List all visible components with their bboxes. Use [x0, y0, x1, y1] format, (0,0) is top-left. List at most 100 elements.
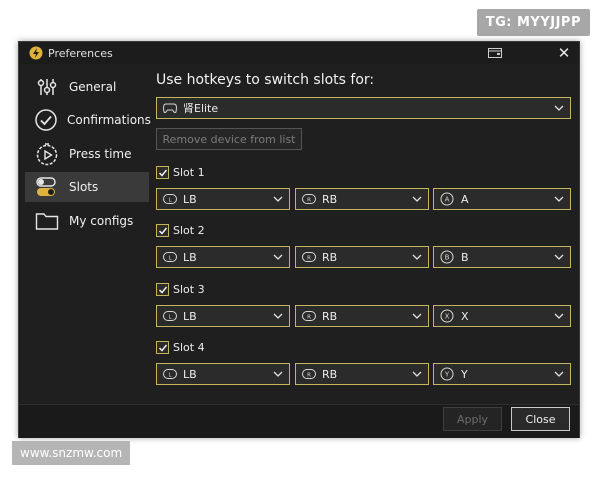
gamepad-icon	[163, 103, 177, 113]
watermark-bottom: www.snzmw.com	[12, 441, 131, 465]
svg-text:R: R	[307, 256, 311, 262]
select-value: LB	[183, 309, 197, 323]
sliders-icon	[34, 74, 60, 100]
slot-2-third-button-select[interactable]: B B	[433, 246, 571, 268]
sidebar-item-my-configs[interactable]: My configs	[25, 206, 149, 236]
chevron-down-icon	[273, 254, 283, 260]
a-button-icon: A	[440, 192, 454, 206]
timer-icon	[34, 141, 60, 167]
rb-bumper-icon: R	[302, 252, 316, 262]
slot-3-third-button-select[interactable]: X X	[433, 305, 571, 327]
chevron-down-icon	[273, 196, 283, 202]
title-bar: Preferences ✕	[19, 42, 579, 64]
x-button-icon: X	[440, 309, 454, 323]
slot-2-toggle[interactable]: Slot 2	[156, 224, 205, 237]
slot-4-third-button-select[interactable]: Y Y	[433, 363, 571, 385]
folder-icon	[34, 208, 60, 234]
chevron-down-icon	[412, 196, 422, 202]
checkmark-icon	[158, 169, 167, 177]
slot-1-first-button-select[interactable]: L LB	[156, 188, 290, 210]
slot-4-second-button-select[interactable]: R RB	[295, 363, 429, 385]
checkmark-icon	[158, 286, 167, 294]
device-select[interactable]: 肾Elite	[156, 97, 571, 119]
sidebar-item-slots[interactable]: Slots	[25, 172, 149, 202]
select-value: LB	[183, 192, 197, 206]
svg-text:B: B	[445, 254, 450, 262]
slot-3-label: Slot 3	[173, 283, 205, 296]
slot-1-checkbox[interactable]	[156, 166, 169, 179]
rb-bumper-icon: R	[302, 311, 316, 321]
lb-bumper-icon: L	[163, 194, 177, 204]
sidebar-item-label: Press time	[69, 147, 132, 161]
svg-text:R: R	[307, 315, 311, 321]
chevron-down-icon	[412, 254, 422, 260]
chevron-down-icon	[273, 371, 283, 377]
slot-3-checkbox[interactable]	[156, 283, 169, 296]
checkmark-icon	[158, 227, 167, 235]
sidebar-item-general[interactable]: General	[25, 72, 149, 102]
chevron-down-icon	[273, 313, 283, 319]
page: TG: MYYJJPP Preferences ✕ General Confir…	[0, 0, 600, 480]
y-button-icon: Y	[440, 367, 454, 381]
svg-text:L: L	[168, 373, 172, 379]
close-button[interactable]: Close	[511, 407, 570, 431]
window-close-button[interactable]: ✕	[549, 42, 579, 64]
app-logo-icon	[29, 46, 43, 60]
slot-4-first-button-select[interactable]: L LB	[156, 363, 290, 385]
chevron-down-icon	[554, 196, 564, 202]
remove-device-button[interactable]: Remove device from list	[156, 128, 302, 150]
chevron-down-icon	[554, 313, 564, 319]
toggle-icon	[34, 174, 60, 200]
lb-bumper-icon: L	[163, 369, 177, 379]
b-button-icon: B	[440, 250, 454, 264]
slots-panel: Use hotkeys to switch slots for: 肾Elite …	[156, 66, 574, 404]
slot-1-toggle[interactable]: Slot 1	[156, 166, 205, 179]
slot-2-label: Slot 2	[173, 224, 205, 237]
lb-bumper-icon: L	[163, 311, 177, 321]
device-select-value: 肾Elite	[183, 102, 219, 115]
sidebar-item-label: Slots	[69, 180, 99, 194]
page-title: Use hotkeys to switch slots for:	[156, 72, 375, 88]
select-value: RB	[322, 250, 338, 264]
select-value: X	[461, 309, 469, 323]
slot-4-label: Slot 4	[173, 341, 205, 354]
select-value: LB	[183, 250, 197, 264]
lb-bumper-icon: L	[163, 252, 177, 262]
preferences-window: Preferences ✕ General Confirmations Pres…	[18, 41, 580, 438]
chevron-down-icon	[412, 313, 422, 319]
svg-text:Y: Y	[444, 371, 450, 379]
apply-button[interactable]: Apply	[443, 407, 502, 431]
slot-1-label: Slot 1	[173, 166, 205, 179]
sidebar-item-label: Confirmations	[67, 113, 151, 127]
svg-text:R: R	[307, 373, 311, 379]
sidebar-item-press-time[interactable]: Press time	[25, 139, 149, 169]
slot-3-toggle[interactable]: Slot 3	[156, 283, 205, 296]
slot-4-toggle[interactable]: Slot 4	[156, 341, 205, 354]
rb-bumper-icon: R	[302, 194, 316, 204]
chevron-down-icon	[554, 105, 564, 111]
slot-3-second-button-select[interactable]: R RB	[295, 305, 429, 327]
svg-text:A: A	[445, 196, 450, 204]
svg-text:X: X	[445, 313, 450, 321]
sidebar-item-label: My configs	[69, 214, 134, 228]
chevron-down-icon	[554, 371, 564, 377]
slot-1-second-button-select[interactable]: R RB	[295, 188, 429, 210]
slot-2-first-button-select[interactable]: L LB	[156, 246, 290, 268]
window-body: General Confirmations Press time Slots M…	[19, 66, 579, 404]
check-circle-icon	[34, 107, 58, 133]
slot-1-third-button-select[interactable]: A A	[433, 188, 571, 210]
wallet-icon[interactable]	[487, 46, 503, 60]
slot-4-checkbox[interactable]	[156, 341, 169, 354]
sidebar-item-confirmations[interactable]: Confirmations	[25, 105, 151, 135]
checkmark-icon	[158, 344, 167, 352]
sidebar-item-label: General	[69, 80, 117, 94]
select-value: A	[461, 192, 469, 206]
chevron-down-icon	[554, 254, 564, 260]
window-title: Preferences	[48, 46, 113, 60]
select-value: B	[461, 250, 469, 264]
slot-2-checkbox[interactable]	[156, 224, 169, 237]
svg-text:L: L	[168, 315, 172, 321]
chevron-down-icon	[412, 371, 422, 377]
slot-2-second-button-select[interactable]: R RB	[295, 246, 429, 268]
slot-3-first-button-select[interactable]: L LB	[156, 305, 290, 327]
